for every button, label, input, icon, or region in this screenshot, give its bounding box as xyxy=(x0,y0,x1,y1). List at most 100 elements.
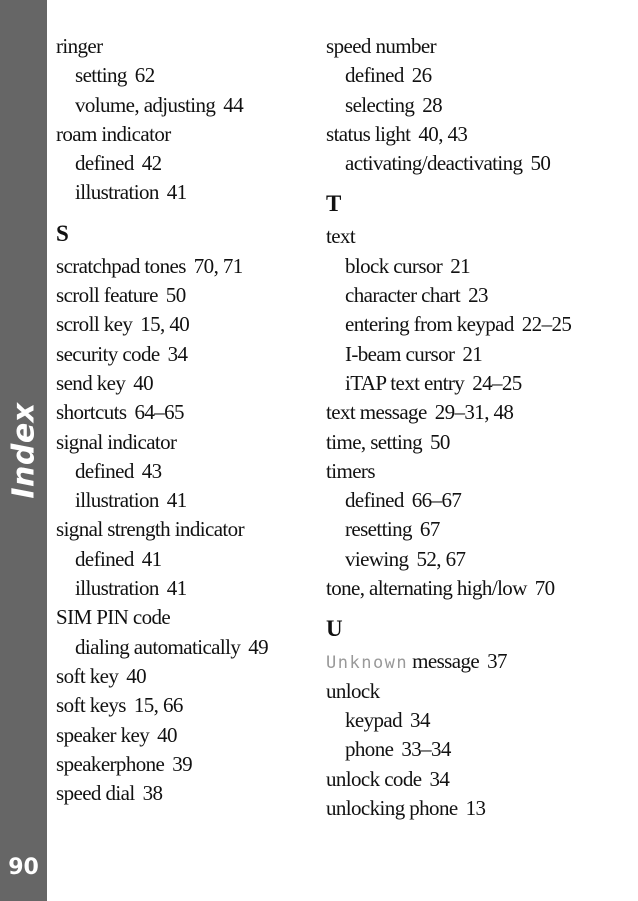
index-entry: send key 40 xyxy=(56,369,306,398)
index-term: selecting xyxy=(345,92,415,117)
index-entry: security code 34 xyxy=(56,340,306,369)
index-term: resetting xyxy=(345,517,413,542)
page-reference: 21 xyxy=(450,253,470,278)
page-reference: 26 xyxy=(411,63,432,88)
index-entry: timers xyxy=(326,457,626,486)
page-reference: 70 xyxy=(534,576,555,601)
index-entry: shortcuts 64–65 xyxy=(56,398,306,427)
index-term: speakerphone xyxy=(56,751,165,776)
index-term: I-beam cursor xyxy=(345,341,455,366)
index-entry: signal strength indicator xyxy=(56,515,306,544)
index-term: dialing automatically xyxy=(75,634,241,659)
index-subentry: defined 41 xyxy=(56,545,306,574)
index-subentry: character chart 23 xyxy=(326,281,626,310)
index-term: unlocking phone xyxy=(326,795,458,820)
page-reference: 50 xyxy=(530,151,551,176)
page-reference: 23 xyxy=(468,283,488,308)
page-reference: 70, 71 xyxy=(193,253,244,278)
index-subentry: defined 43 xyxy=(56,457,306,486)
index-term: ringer xyxy=(56,34,103,58)
index-term: phone xyxy=(345,737,394,762)
index-entry: SIM PIN code xyxy=(56,603,306,632)
index-entry: scratchpad tones 70, 71 xyxy=(56,252,306,281)
index-column-left: ringer setting 62 volume, adjusting 44 roam i… xyxy=(56,32,306,808)
page-reference: 50 xyxy=(430,429,450,454)
index-term: speaker key xyxy=(56,722,150,747)
index-term: activating/deactivating xyxy=(345,151,523,176)
index-subentry: volume, adjusting 44 xyxy=(56,91,306,120)
index-term: entering from keypad xyxy=(345,312,514,337)
index-term: unlock xyxy=(326,678,380,703)
page-reference: 52, 67 xyxy=(416,546,466,571)
index-term: illustration xyxy=(75,576,159,601)
index-term: timers xyxy=(326,458,375,483)
index-term: signal strength indicator xyxy=(56,517,245,542)
index-term: scroll feature xyxy=(56,283,158,308)
page-reference: 34 xyxy=(429,766,450,791)
page-reference: 43 xyxy=(141,458,162,483)
page-reference: 40 xyxy=(133,370,154,395)
page-reference: 34 xyxy=(410,707,430,732)
index-subentry: block cursor 21 xyxy=(326,252,626,281)
page-reference: 41 xyxy=(166,576,187,601)
index-entry: unlock xyxy=(326,677,626,706)
page-number: 90 xyxy=(8,855,39,880)
index-term: soft keys xyxy=(56,693,126,718)
page-reference: 49 xyxy=(248,634,269,659)
page-reference: 44 xyxy=(223,92,244,117)
page-reference: 41 xyxy=(166,180,187,205)
index-term: defined xyxy=(345,63,404,88)
page-reference: 22–25 xyxy=(521,312,572,337)
page-reference: 15, 40 xyxy=(140,312,190,337)
index-entry: speakerphone 39 xyxy=(56,750,306,779)
index-letter-heading: U xyxy=(326,616,343,642)
index-term: roam indicator xyxy=(56,121,171,146)
index-term: speed number xyxy=(326,34,437,58)
page-reference: 41 xyxy=(166,488,187,513)
index-term: text message xyxy=(326,400,427,425)
index-entry: speed number xyxy=(326,32,626,61)
index-subentry: defined 26 xyxy=(326,61,626,90)
index-term: defined xyxy=(75,151,134,176)
page-reference: 40 xyxy=(126,663,147,688)
page-reference: 50 xyxy=(165,283,186,308)
index-term: viewing xyxy=(345,546,409,571)
page-reference: 67 xyxy=(419,517,440,542)
index-term: text xyxy=(326,224,356,249)
index-entry: unlock code 34 xyxy=(326,765,626,794)
index-subentry: keypad 34 xyxy=(326,706,626,735)
index-term: scratchpad tones xyxy=(56,253,186,278)
display-text-term: Unknown xyxy=(326,653,409,674)
index-entry: soft keys 15, 66 xyxy=(56,691,306,720)
index-term: defined xyxy=(75,458,134,483)
page-reference: 40, 43 xyxy=(418,121,468,146)
index-subentry: phone 33–34 xyxy=(326,735,626,764)
section-label-text: Index xyxy=(6,401,42,499)
index-subentry: illustration 41 xyxy=(56,486,306,515)
index-entry: unlocking phone 13 xyxy=(326,794,626,823)
page-reference: 28 xyxy=(422,92,443,117)
page-reference: 42 xyxy=(141,151,162,176)
index-term: send key xyxy=(56,370,126,395)
index-term: message xyxy=(412,649,480,674)
index-entry: Unknown message 37 xyxy=(326,647,626,676)
index-entry: scroll feature 50 xyxy=(56,281,306,310)
index-term: shortcuts xyxy=(56,400,127,425)
index-subentry: defined 66–67 xyxy=(326,486,626,515)
page-reference: 64–65 xyxy=(134,400,184,425)
index-entry: signal indicator xyxy=(56,428,306,457)
index-entry: text message 29–31, 48 xyxy=(326,398,626,427)
page-reference: 38 xyxy=(142,781,163,806)
index-subentry: illustration 41 xyxy=(56,178,306,207)
page-reference: 24–25 xyxy=(472,370,522,395)
index-subentry: viewing 52, 67 xyxy=(326,545,626,574)
index-subentry: defined 42 xyxy=(56,149,306,178)
index-column-right: speed number defined 26 selecting 28 status l… xyxy=(326,32,626,823)
index-entry: scroll key 15, 40 xyxy=(56,310,306,339)
index-entry: speed dial 38 xyxy=(56,779,306,808)
index-entry: speaker key 40 xyxy=(56,721,306,750)
index-subentry: iTAP text entry 24–25 xyxy=(326,369,626,398)
index-entry: ringer xyxy=(56,32,306,61)
index-term: time, setting xyxy=(326,429,423,454)
index-term: security code xyxy=(56,341,160,366)
